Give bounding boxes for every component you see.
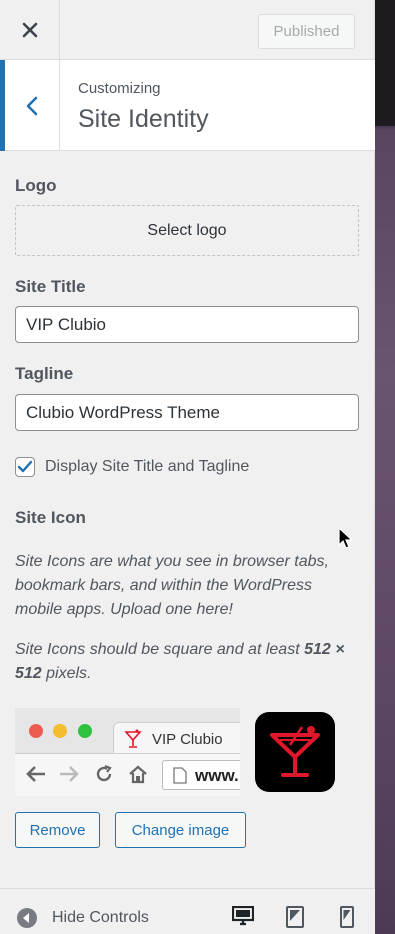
close-icon [22,22,37,38]
logo-label: Logo [15,176,57,195]
hide-controls-button[interactable]: Hide Controls [16,907,149,929]
section-header: Customizing Site Identity [0,60,375,151]
cocktail-icon [124,729,142,748]
checkmark-icon [17,460,33,473]
select-logo-button[interactable]: Select logo [15,205,359,256]
mobile-preview-icon[interactable] [340,906,354,928]
browser-preview: VIP Clubio www. [15,708,240,796]
close-button[interactable] [0,0,60,60]
display-title-label: Display Site Title and Tagline [45,458,250,475]
remove-button[interactable]: Remove [15,812,100,848]
site-icon-label: Site Icon [15,508,86,527]
preview-tab-title: VIP Clubio [152,731,223,748]
preview-header [375,0,395,126]
preview-url-box: www. [162,760,240,790]
preview-tab: VIP Clubio [113,722,240,754]
site-icon-size-note: Site Icons should be square and at least… [15,638,345,686]
chevron-left-icon [26,96,38,115]
preview-tab-bar: VIP Clubio [15,708,240,754]
preview-url: www. [195,766,239,785]
back-arrow-icon [26,766,45,782]
hide-controls-label: Hide Controls [52,909,149,926]
site-icon-preview [255,712,335,792]
mouse-cursor-icon [338,527,354,549]
traffic-light-red [29,724,43,738]
back-button[interactable] [0,60,60,151]
display-title-checkbox[interactable] [15,457,35,477]
size-note-prefix: Site Icons should be square and at least [15,641,305,658]
traffic-light-green [78,724,92,738]
site-preview[interactable] [375,0,395,934]
customizer-panel: Published Customizing Site Identity Logo… [0,0,375,934]
change-image-button[interactable]: Change image [115,812,246,848]
traffic-light-yellow [53,724,67,738]
reload-icon [96,764,112,782]
forward-arrow-icon [60,766,79,782]
size-note-suffix: pixels. [41,665,92,682]
breadcrumb: Customizing [78,80,161,97]
customizer-header: Published [0,0,375,60]
site-icon-description: Site Icons are what you see in browser t… [15,553,329,618]
published-button[interactable]: Published [258,14,355,49]
site-title-label: Site Title [15,277,86,296]
page-title: Site Identity [78,105,209,133]
customizer-footer: Hide Controls [0,888,375,934]
tagline-label: Tagline [15,364,74,383]
home-icon [129,765,147,784]
tablet-preview-icon[interactable] [286,906,304,928]
collapse-arrow-icon [17,908,37,928]
site-title-input[interactable]: VIP Clubio [15,306,359,343]
tagline-input[interactable]: Clubio WordPress Theme [15,394,359,431]
preview-nav-bar: www. [15,753,240,796]
desktop-preview-icon[interactable] [232,906,254,926]
page-icon [173,767,187,784]
cocktail-icon [270,726,320,777]
